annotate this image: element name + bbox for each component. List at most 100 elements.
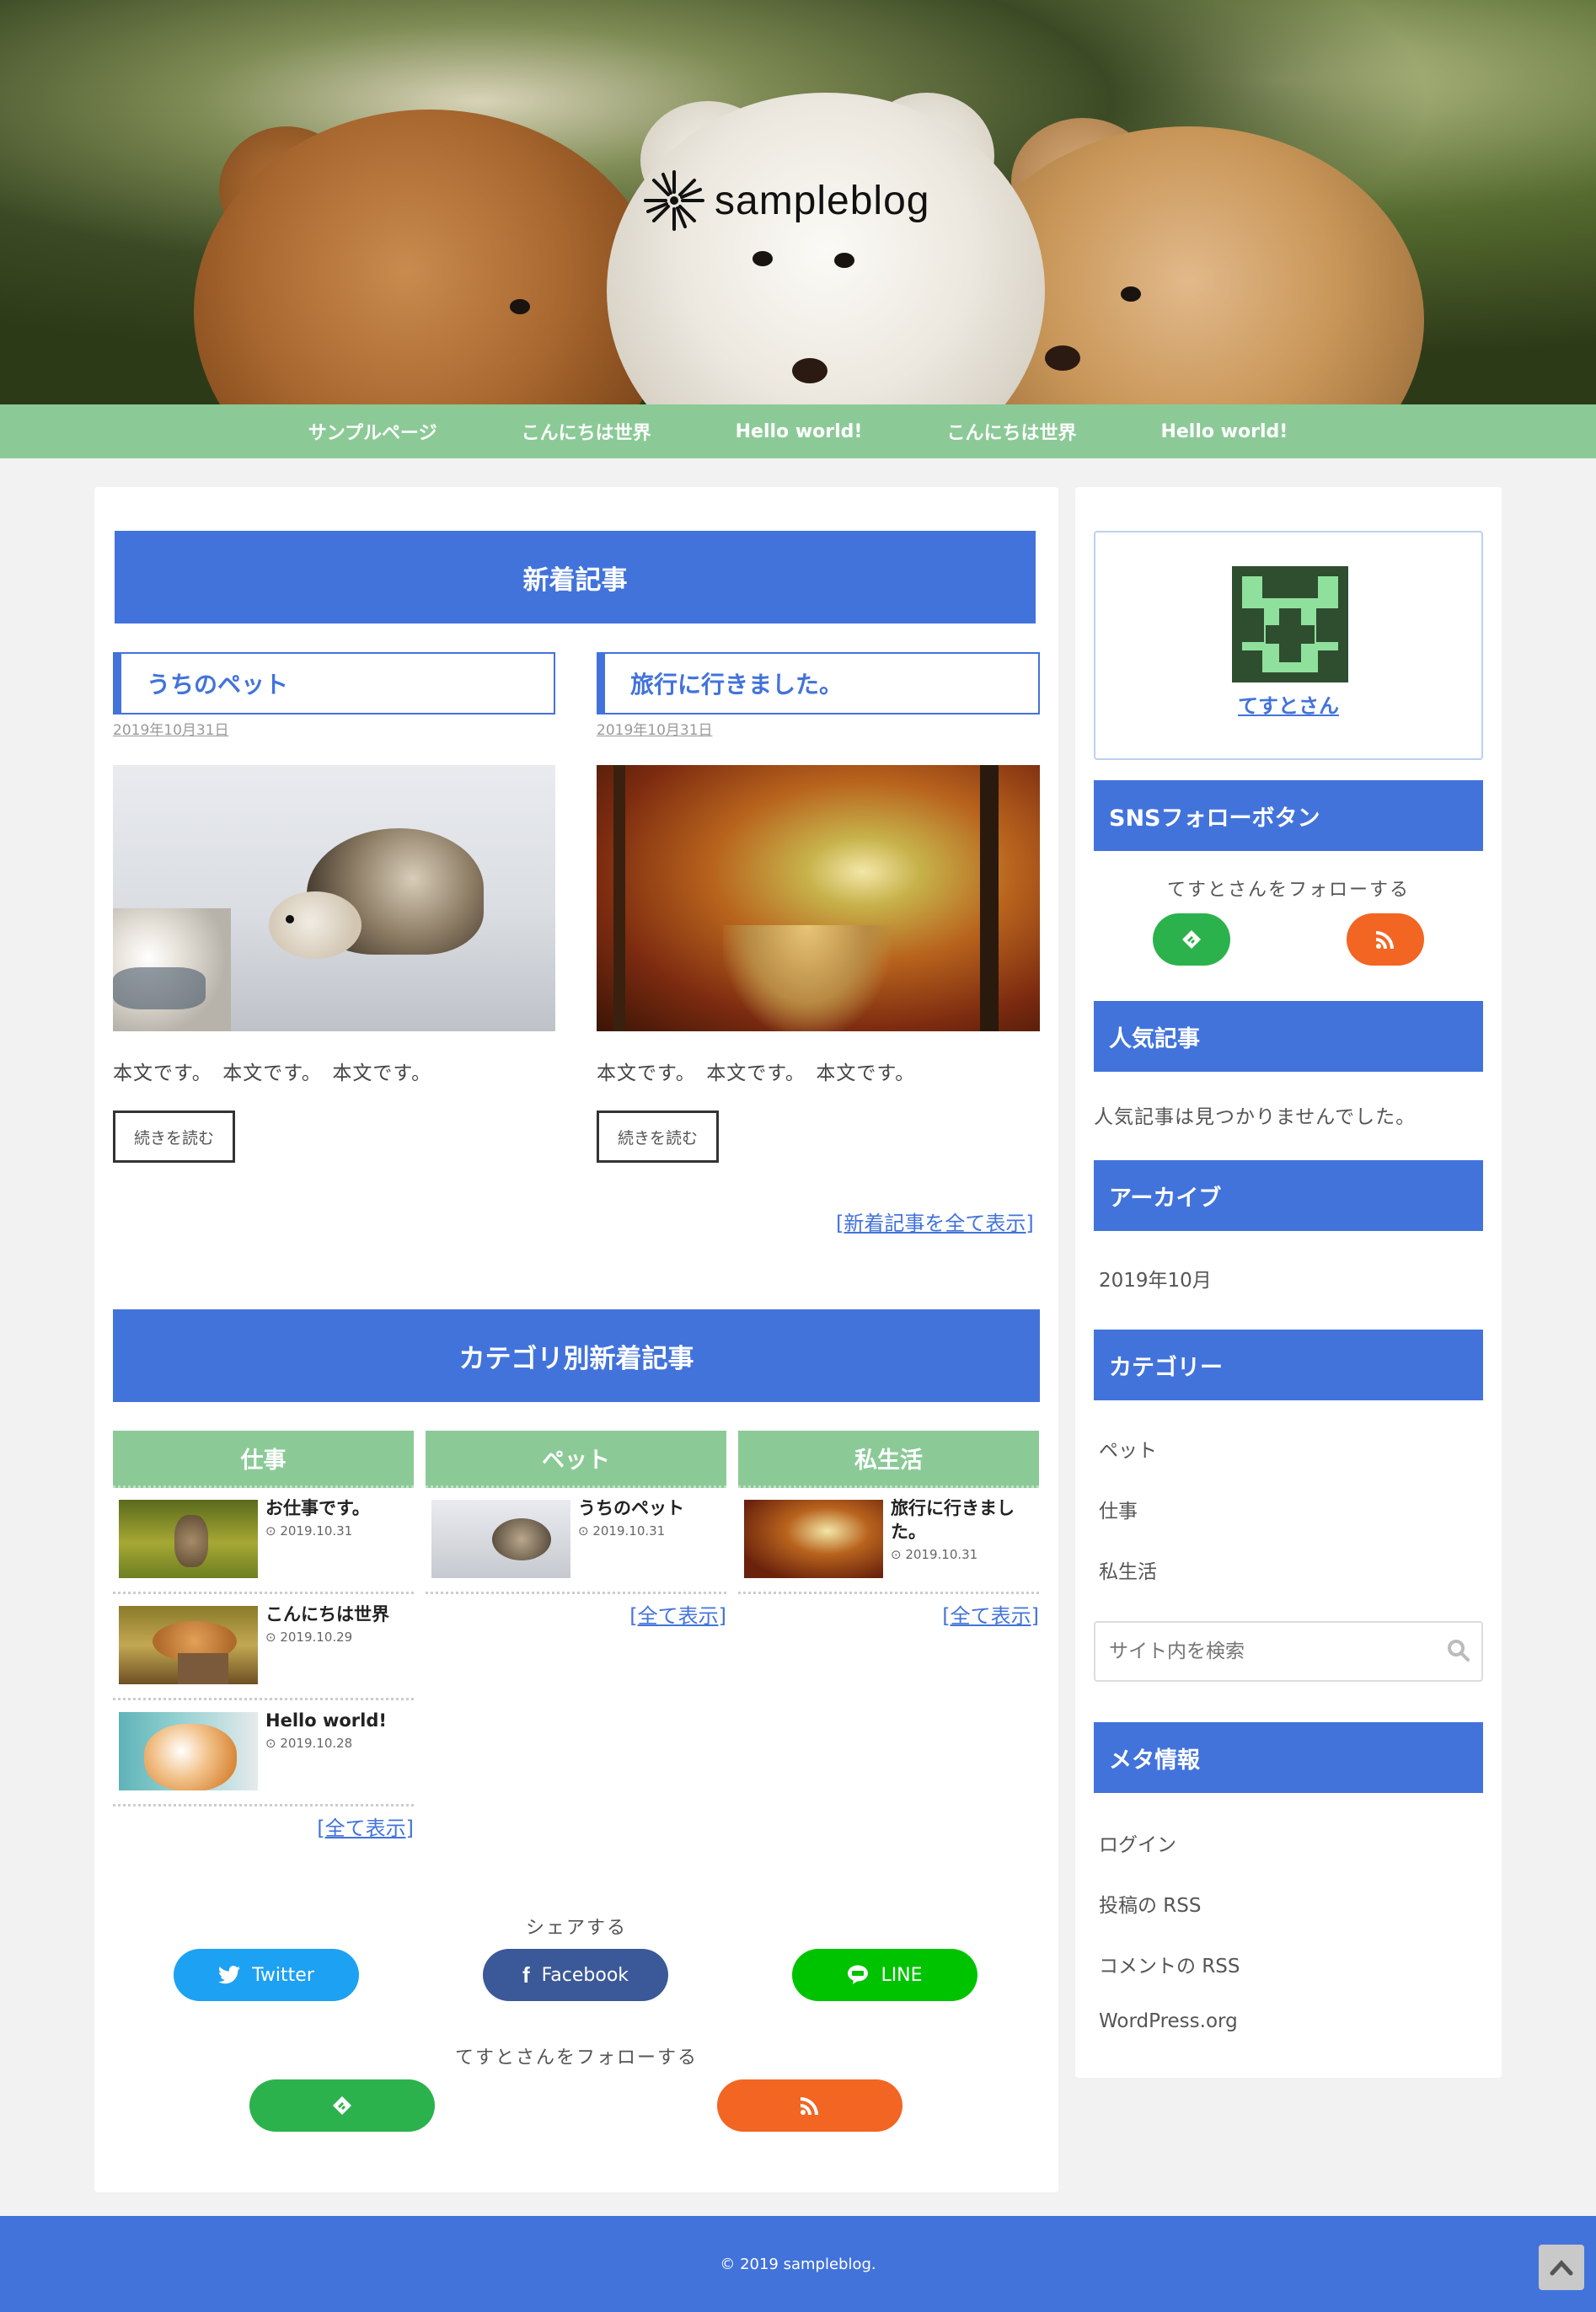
sidebar: てすとさん SNSフォローボタン てすとさんをフォローする 人気記事 人気記事は…	[1075, 487, 1502, 2078]
post-link[interactable]: こんにちは世界	[265, 1603, 409, 1626]
sns-follow-heading: SNSフォローボタン	[1094, 780, 1483, 851]
post-title-travel[interactable]: 旅行に行きました。	[597, 652, 1040, 714]
meta-login-link[interactable]: ログイン	[1099, 1828, 1176, 1857]
global-nav: サンプルページ こんにちは世界 Hello world! こんにちは世界 Hel…	[0, 404, 1596, 458]
clock-icon: ⊙	[578, 1523, 593, 1539]
flower-logo-icon	[644, 170, 704, 231]
category-posts-heading: カテゴリ別新着記事	[113, 1309, 1040, 1402]
read-more-button[interactable]: 続きを読む	[113, 1111, 235, 1163]
search-input[interactable]	[1095, 1623, 1433, 1680]
meta-heading: メタ情報	[1094, 1722, 1483, 1793]
footer: © 2019 sampleblog.	[0, 2216, 1596, 2312]
nav-item-sample-page[interactable]: サンプルページ	[266, 418, 479, 445]
post-link[interactable]: うちのペット	[578, 1496, 721, 1520]
search-box	[1094, 1621, 1483, 1682]
line-icon	[848, 1965, 869, 1984]
facebook-icon: f	[522, 1961, 530, 1988]
list-item[interactable]: Hello world! ⊙ 2019.10.28	[113, 1700, 414, 1806]
feedly-icon	[1182, 930, 1201, 949]
post-title-pet[interactable]: うちのペット	[113, 652, 555, 714]
post-date: ⊙ 2019.10.29	[265, 1630, 353, 1645]
post-link[interactable]: 旅行に行きました。	[891, 1496, 1034, 1544]
read-more-button[interactable]: 続きを読む	[597, 1111, 719, 1163]
clock-icon: ⊙	[265, 1630, 281, 1645]
chevron-up-icon	[1550, 2260, 1573, 2276]
feedly-follow-button[interactable]	[249, 2079, 435, 2132]
category-name[interactable]: 仕事	[113, 1431, 414, 1488]
site-logo[interactable]: sampleblog	[640, 167, 929, 234]
list-item[interactable]: お仕事です。 ⊙ 2019.10.31	[113, 1488, 414, 1594]
category-name[interactable]: ペット	[426, 1431, 726, 1488]
author-avatar[interactable]	[1232, 566, 1348, 682]
nav-item-hello-world[interactable]: Hello world!	[694, 421, 905, 442]
category-item-private[interactable]: 私生活	[1099, 1555, 1157, 1584]
post-date: ⊙ 2019.10.31	[891, 1547, 978, 1562]
line-label: LINE	[881, 1964, 923, 1986]
list-item[interactable]: こんにちは世界 ⊙ 2019.10.29	[113, 1594, 414, 1700]
post-date: ⊙ 2019.10.28	[265, 1736, 353, 1751]
post-excerpt: 本文です。 本文です。 本文です。	[113, 1062, 432, 1084]
category-column-private: 私生活 旅行に行きました。 ⊙ 2019.10.31 [全て表示]	[738, 1431, 1039, 1628]
list-item[interactable]: うちのペット ⊙ 2019.10.31	[426, 1488, 726, 1594]
author-box: てすとさん	[1094, 531, 1483, 760]
post-date: ⊙ 2019.10.31	[578, 1523, 666, 1539]
site-logo-text: sampleblog	[715, 178, 930, 223]
nav-item-konnichiwa-2[interactable]: こんにちは世界	[904, 418, 1118, 445]
hedgehog-thumbnail	[431, 1500, 570, 1578]
category-item-work[interactable]: 仕事	[1099, 1495, 1138, 1523]
back-to-top-button[interactable]	[1539, 2245, 1584, 2290]
post-date: ⊙ 2019.10.31	[265, 1523, 353, 1539]
line-share-button[interactable]: LINE	[792, 1949, 977, 2001]
sns-follow-label: てすとさんをフォローする	[1166, 880, 1410, 901]
category-heading: カテゴリー	[1094, 1330, 1483, 1400]
twitter-label: Twitter	[252, 1964, 314, 1986]
twitter-share-button[interactable]: Twitter	[174, 1949, 359, 2001]
list-item[interactable]: 旅行に行きました。 ⊙ 2019.10.31	[738, 1488, 1039, 1594]
category-all-link[interactable]: [全て表示]	[317, 1812, 414, 1841]
category-column-pet: ペット うちのペット ⊙ 2019.10.31 [全て表示]	[426, 1431, 726, 1628]
main-content: 新着記事 うちのペット 2019年10月31日 本文です。 本文です。 本文です…	[94, 487, 1058, 2192]
category-item-pet[interactable]: ペット	[1099, 1434, 1157, 1463]
facebook-label: Facebook	[541, 1964, 629, 1986]
autumn-forest-image[interactable]	[597, 765, 1040, 1031]
autumn-forest-thumbnail	[744, 1500, 883, 1578]
meta-comments-rss-link[interactable]: コメントの RSS	[1099, 1950, 1240, 1978]
meta-wordpress-link[interactable]: WordPress.org	[1099, 2010, 1238, 2032]
copyright: © 2019 sampleblog.	[720, 2255, 876, 2273]
post-link[interactable]: Hello world!	[265, 1709, 409, 1732]
post-date: 2019年10月31日	[113, 722, 229, 739]
popular-empty-text: 人気記事は見つかりませんでした。	[1094, 1106, 1417, 1128]
follow-label: てすとさんをフォローする	[454, 2047, 698, 2068]
cat-thumbnail	[119, 1712, 258, 1790]
rss-icon	[1376, 931, 1394, 949]
category-column-work: 仕事 お仕事です。 ⊙ 2019.10.31 こんにちは世界 ⊙ 2019.10…	[113, 1431, 414, 1840]
archive-item[interactable]: 2019年10月	[1099, 1264, 1212, 1292]
cat-sleeping-thumbnail	[119, 1606, 258, 1684]
hedgehog-image[interactable]	[113, 765, 555, 1031]
facebook-share-button[interactable]: f Facebook	[483, 1949, 668, 2001]
rabbit-thumbnail	[119, 1500, 258, 1578]
nav-item-konnichiwa[interactable]: こんにちは世界	[479, 418, 694, 445]
search-icon[interactable]	[1446, 1638, 1471, 1663]
rss-follow-button[interactable]	[1347, 913, 1424, 966]
nav-item-hello-world-2[interactable]: Hello world!	[1118, 421, 1330, 442]
category-name[interactable]: 私生活	[738, 1431, 1039, 1488]
new-posts-heading: 新着記事	[115, 531, 1036, 623]
author-name-link[interactable]: てすとさん	[1095, 689, 1481, 719]
clock-icon: ⊙	[265, 1523, 281, 1539]
feedly-follow-button[interactable]	[1153, 913, 1230, 966]
rss-follow-button[interactable]	[717, 2079, 902, 2132]
share-label: シェアする	[525, 1918, 627, 1939]
header-image: sampleblog	[0, 0, 1596, 404]
post-excerpt: 本文です。 本文です。 本文です。	[597, 1062, 916, 1084]
meta-posts-rss-link[interactable]: 投稿の RSS	[1099, 1889, 1202, 1918]
post-link[interactable]: お仕事です。	[265, 1496, 409, 1520]
clock-icon: ⊙	[891, 1547, 906, 1562]
category-all-link[interactable]: [全て表示]	[942, 1599, 1039, 1629]
category-all-link[interactable]: [全て表示]	[629, 1599, 726, 1629]
twitter-icon	[218, 1966, 241, 1984]
all-new-posts-link[interactable]: [新着記事を全て表示]	[836, 1207, 1034, 1236]
popular-posts-heading: 人気記事	[1094, 1001, 1483, 1072]
rss-icon	[801, 2097, 818, 2115]
post-date: 2019年10月31日	[597, 722, 713, 739]
